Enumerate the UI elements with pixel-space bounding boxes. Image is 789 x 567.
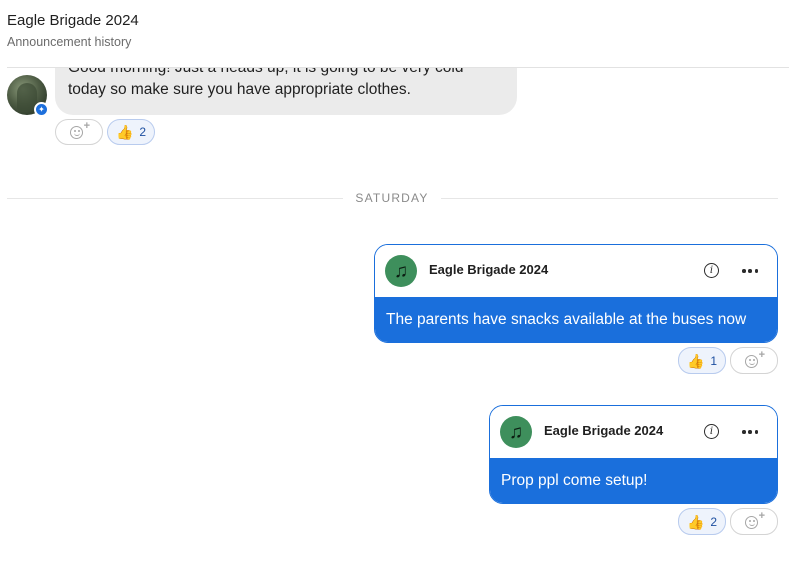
date-separator: SATURDAY xyxy=(355,191,429,205)
reaction-thumbs-up-button[interactable]: 👍 1 xyxy=(678,347,726,374)
header-divider xyxy=(7,67,789,68)
reaction-thumbs-up-button[interactable]: 👍 2 xyxy=(107,119,155,145)
announcement-card[interactable]: ♫ Eagle Brigade 2024 i Prop ppl come set… xyxy=(489,405,778,504)
announcement-header: ♫ Eagle Brigade 2024 i xyxy=(490,406,777,458)
info-icon[interactable]: i xyxy=(704,263,719,278)
reaction-thumbs-up-button[interactable]: 👍 2 xyxy=(678,508,726,535)
announcement-sender: Eagle Brigade 2024 xyxy=(544,423,664,438)
announcement-sender: Eagle Brigade 2024 xyxy=(429,262,549,277)
reaction-count: 1 xyxy=(710,353,718,368)
thumbs-up-icon: 👍 xyxy=(115,124,134,140)
announcement-text: The parents have snacks available at the… xyxy=(386,311,747,328)
thumbs-up-icon: 👍 xyxy=(686,352,705,369)
music-note-icon: ♫ xyxy=(385,255,417,287)
reaction-count: 2 xyxy=(710,514,718,529)
announcement-body: Prop ppl come setup! xyxy=(490,458,777,503)
add-reaction-button[interactable]: + xyxy=(55,119,103,145)
add-reaction-button[interactable]: + xyxy=(730,508,778,535)
info-icon[interactable]: i xyxy=(704,424,719,439)
announcement-text: Prop ppl come setup! xyxy=(501,472,648,489)
announcement-header: ♫ Eagle Brigade 2024 i xyxy=(375,245,777,297)
page-subtitle: Announcement history xyxy=(7,35,132,49)
separator-line-right xyxy=(441,198,778,199)
add-reaction-button[interactable]: + xyxy=(730,347,778,374)
add-reaction-icon: + xyxy=(745,510,765,531)
add-reaction-icon: + xyxy=(70,120,90,141)
add-reaction-icon: + xyxy=(745,349,765,370)
more-options-icon[interactable] xyxy=(742,430,758,434)
more-options-icon[interactable] xyxy=(742,269,758,273)
page-title: Eagle Brigade 2024 xyxy=(7,12,139,29)
verified-badge-icon: ✦ xyxy=(34,102,49,117)
announcement-card[interactable]: ♫ Eagle Brigade 2024 i The parents have … xyxy=(374,244,778,343)
reaction-count: 2 xyxy=(139,125,147,139)
page-header: Eagle Brigade 2024 Announcement history xyxy=(0,0,789,68)
music-note-icon: ♫ xyxy=(500,416,532,448)
thumbs-up-icon: 👍 xyxy=(686,513,705,530)
separator-line-left xyxy=(7,198,343,199)
announcement-body: The parents have snacks available at the… xyxy=(375,297,777,342)
